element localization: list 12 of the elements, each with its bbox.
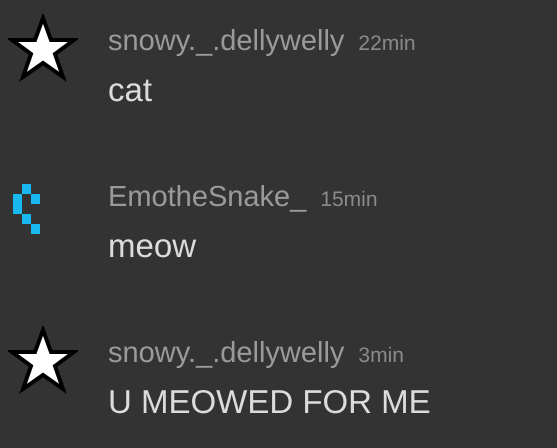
message-text: U MEOWED FOR ME xyxy=(108,384,432,420)
pixel-icon xyxy=(13,184,40,234)
message-text: meow xyxy=(108,228,198,264)
star-icon xyxy=(8,326,78,396)
message-text: cat xyxy=(108,72,154,108)
username: snowy._.dellywelly xyxy=(108,336,344,370)
star-icon xyxy=(8,14,78,84)
username: snowy._.dellywelly xyxy=(108,24,344,58)
timestamp: 15min xyxy=(320,188,378,212)
timestamp: 22min xyxy=(358,32,416,56)
timestamp: 3min xyxy=(358,344,404,368)
username: EmotheSnake_ xyxy=(108,180,306,214)
